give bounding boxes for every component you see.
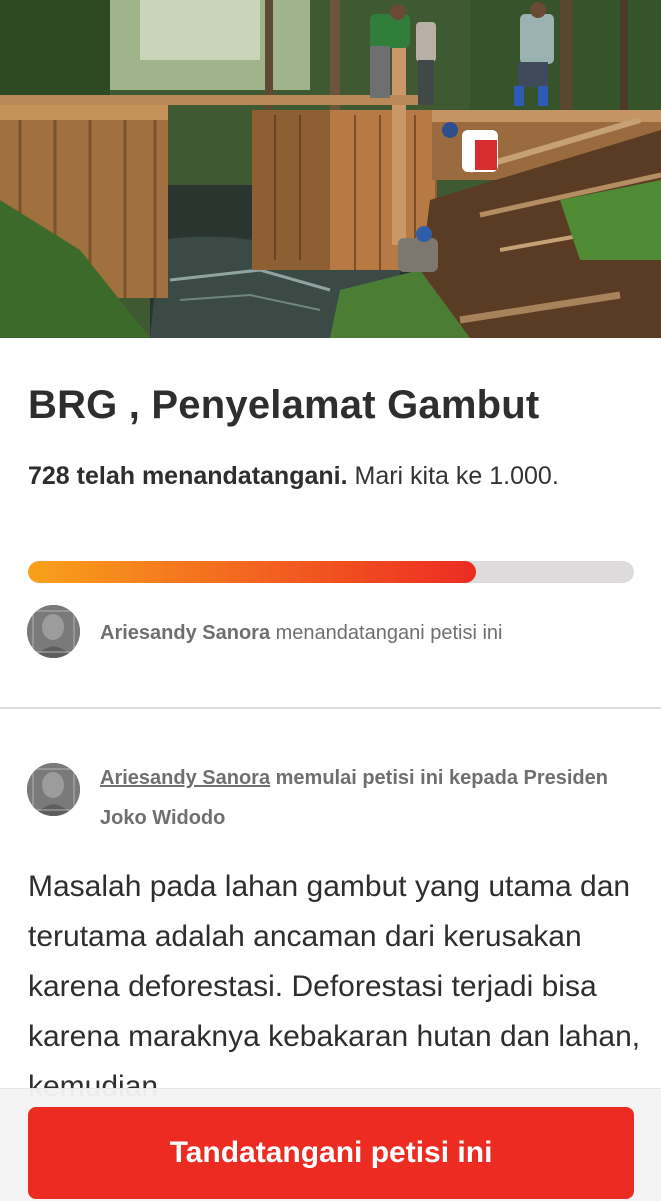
signature-progress-bar bbox=[28, 561, 634, 583]
petition-description: Masalah pada lahan gambut yang utama dan… bbox=[28, 870, 641, 1102]
recent-signer-name[interactable]: Ariesandy Sanora bbox=[100, 622, 270, 644]
petition-starter-name[interactable]: Ariesandy Sanora bbox=[100, 767, 270, 789]
signature-progress-fill bbox=[28, 561, 477, 583]
recent-signer-action: menandatangani petisi ini bbox=[275, 622, 503, 644]
sign-petition-button[interactable]: Tandatangani petisi ini bbox=[28, 1107, 634, 1199]
petition-hero-image bbox=[0, 0, 661, 338]
petition-starter-info: Ariesandy Sanora memulai petisi ini kepa… bbox=[100, 758, 620, 838]
recent-signer-avatar[interactable] bbox=[27, 605, 80, 658]
petition-title: BRG , Penyelamat Gambut bbox=[28, 383, 540, 427]
signature-count-text: 728 telah menandatangani. bbox=[28, 462, 348, 490]
signature-goal-text: Mari kita ke 1.000. bbox=[354, 462, 559, 490]
sign-action-bar: Tandatangani petisi ini bbox=[0, 1088, 661, 1201]
section-divider bbox=[0, 707, 661, 709]
signature-count: 728 telah menandatangani. Mari kita ke 1… bbox=[28, 455, 628, 498]
recent-signer-info: Ariesandy Sanora menandatangani petisi i… bbox=[100, 618, 502, 648]
petition-starter-avatar[interactable] bbox=[27, 763, 80, 816]
